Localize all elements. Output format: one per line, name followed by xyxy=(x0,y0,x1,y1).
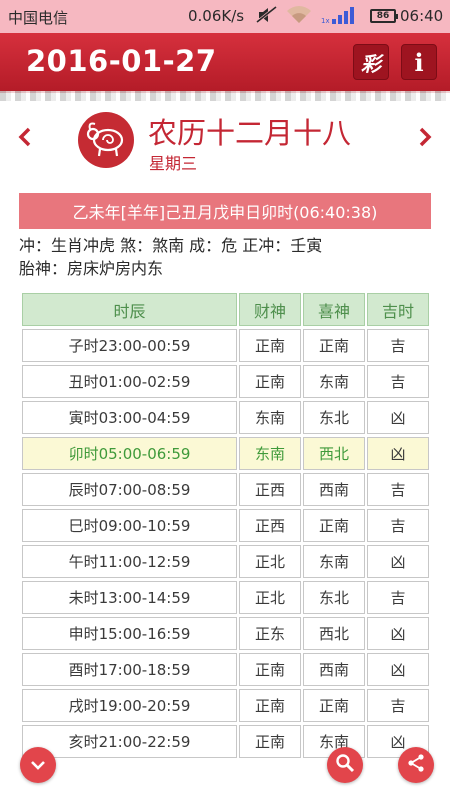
table-row[interactable]: 午时11:00-12:59 正北 东南 凶 xyxy=(22,545,429,578)
hour-range: 午时11:00-12:59 xyxy=(22,545,237,578)
hour-range: 酉时17:00-18:59 xyxy=(22,653,237,686)
wealth-direction: 正西 xyxy=(239,473,301,506)
luck-value: 凶 xyxy=(367,437,429,470)
hour-range: 丑时01:00-02:59 xyxy=(22,365,237,398)
table-row[interactable]: 酉时17:00-18:59 正南 西南 凶 xyxy=(22,653,429,686)
selected-date[interactable]: 2016-01-27 xyxy=(26,44,217,78)
table-row[interactable]: 子时23:00-00:59 正南 正南 吉 xyxy=(22,329,429,362)
goat-icon xyxy=(84,118,128,162)
joy-direction: 正南 xyxy=(303,689,365,722)
joy-direction: 东北 xyxy=(303,581,365,614)
joy-direction: 正南 xyxy=(303,329,365,362)
table-row-current[interactable]: 卯时05:00-06:59 东南 西北 凶 xyxy=(22,437,429,470)
wealth-direction: 正南 xyxy=(239,725,301,758)
luck-value: 凶 xyxy=(367,401,429,434)
wealth-direction: 正北 xyxy=(239,545,301,578)
lottery-button[interactable]: 彩 xyxy=(353,44,389,80)
joy-direction: 西北 xyxy=(303,437,365,470)
luck-value: 吉 xyxy=(367,473,429,506)
hour-range: 巳时09:00-10:59 xyxy=(22,509,237,542)
chevron-right-icon xyxy=(418,126,432,152)
wifi-icon xyxy=(286,6,312,28)
signal-icon: 1x xyxy=(320,5,356,29)
wealth-direction: 正西 xyxy=(239,509,301,542)
wealth-direction: 正南 xyxy=(239,365,301,398)
table-row[interactable]: 未时13:00-14:59 正北 东北 吉 xyxy=(22,581,429,614)
next-day-button[interactable] xyxy=(414,124,436,154)
wealth-direction: 正南 xyxy=(239,689,301,722)
hour-range: 未时13:00-14:59 xyxy=(22,581,237,614)
joy-direction: 东南 xyxy=(303,545,365,578)
hour-range: 申时15:00-16:59 xyxy=(22,617,237,650)
wealth-direction: 正东 xyxy=(239,617,301,650)
carrier-name: 中国电信 xyxy=(8,9,69,27)
wealth-direction: 正北 xyxy=(239,581,301,614)
search-button[interactable] xyxy=(327,747,363,783)
header-time: 时辰 xyxy=(22,293,237,326)
joy-direction: 西北 xyxy=(303,617,365,650)
joy-direction: 东北 xyxy=(303,401,365,434)
chevron-down-icon xyxy=(30,756,46,775)
hour-range: 寅时03:00-04:59 xyxy=(22,401,237,434)
battery-icon: 86 xyxy=(370,9,398,23)
lunar-date: 农历十二月十八 xyxy=(148,116,352,150)
luck-value: 吉 xyxy=(367,329,429,362)
network-speed: 0.06K/s xyxy=(188,7,245,25)
muted-icon xyxy=(256,5,278,28)
luck-value: 凶 xyxy=(367,545,429,578)
header-joy-god: 喜神 xyxy=(303,293,365,326)
weekday: 星期三 xyxy=(149,154,198,173)
joy-direction: 西南 xyxy=(303,473,365,506)
prev-day-button[interactable] xyxy=(14,124,36,154)
fetal-god-info: 胎神：房床炉房内东 xyxy=(19,259,164,278)
joy-direction: 西南 xyxy=(303,653,365,686)
header-auspicious: 吉时 xyxy=(367,293,429,326)
luck-value: 吉 xyxy=(367,365,429,398)
table-row[interactable]: 寅时03:00-04:59 东南 东北 凶 xyxy=(22,401,429,434)
wealth-direction: 正南 xyxy=(239,329,301,362)
hour-range: 子时23:00-00:59 xyxy=(22,329,237,362)
header-wealth-god: 财神 xyxy=(239,293,301,326)
luck-value: 凶 xyxy=(367,653,429,686)
hour-range: 亥时21:00-22:59 xyxy=(22,725,237,758)
status-icons: 1x xyxy=(256,5,356,29)
clock: 06:40 xyxy=(400,7,444,25)
luck-value: 吉 xyxy=(367,509,429,542)
hour-range: 戌时19:00-20:59 xyxy=(22,689,237,722)
luck-value: 凶 xyxy=(367,617,429,650)
table-row[interactable]: 申时15:00-16:59 正东 西北 凶 xyxy=(22,617,429,650)
share-button[interactable] xyxy=(398,747,434,783)
chevron-left-icon xyxy=(18,126,32,152)
table-row[interactable]: 戌时19:00-20:59 正南 正南 吉 xyxy=(22,689,429,722)
wealth-direction: 正南 xyxy=(239,653,301,686)
svg-text:1x: 1x xyxy=(321,17,330,25)
zodiac-badge xyxy=(78,112,134,168)
hour-range: 卯时05:00-06:59 xyxy=(22,437,237,470)
joy-direction: 东南 xyxy=(303,365,365,398)
search-icon xyxy=(335,753,355,777)
app-header: 2016-01-27 彩 i xyxy=(0,33,450,101)
info-button[interactable]: i xyxy=(401,44,437,80)
expand-button[interactable] xyxy=(20,747,56,783)
joy-direction: 正南 xyxy=(303,509,365,542)
ganzhi-banner: 乙未年[羊年]己丑月戊申日卯时(06:40:38) xyxy=(19,193,431,229)
table-row[interactable]: 辰时07:00-08:59 正西 西南 吉 xyxy=(22,473,429,506)
table-row[interactable]: 巳时09:00-10:59 正西 正南 吉 xyxy=(22,509,429,542)
table-row[interactable]: 丑时01:00-02:59 正南 东南 吉 xyxy=(22,365,429,398)
status-bar: 中国电信 0.06K/s 1x 86 06:40 xyxy=(0,0,450,33)
hour-range: 辰时07:00-08:59 xyxy=(22,473,237,506)
wealth-direction: 东南 xyxy=(239,401,301,434)
hours-table: 时辰 财神 喜神 吉时 子时23:00-00:59 正南 正南 吉 丑时01:0… xyxy=(20,290,431,761)
table-row[interactable]: 亥时21:00-22:59 正南 东南 凶 xyxy=(22,725,429,758)
wealth-direction: 东南 xyxy=(239,437,301,470)
luck-value: 吉 xyxy=(367,689,429,722)
share-icon xyxy=(406,753,426,777)
luck-value: 吉 xyxy=(367,581,429,614)
clash-info: 冲：生肖冲虎 煞：煞南 成：危 正冲：壬寅 xyxy=(19,236,323,255)
table-header-row: 时辰 财神 喜神 吉时 xyxy=(22,293,429,326)
